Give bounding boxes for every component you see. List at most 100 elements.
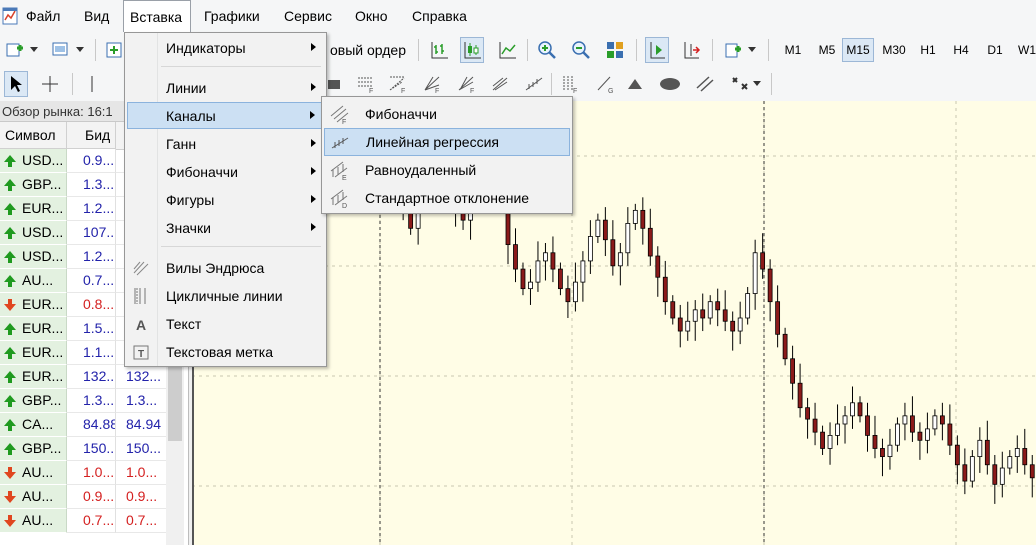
menu-item-text[interactable]: A Текст bbox=[127, 311, 324, 337]
fibo-fan-button[interactable]: F bbox=[386, 71, 410, 97]
submenu-item-equidistant[interactable]: E Равноудаленный bbox=[324, 156, 570, 184]
insert-menu: Индикаторы Линии Каналы Ганн Фибоначчи Ф… bbox=[124, 32, 327, 367]
market-watch-row[interactable]: CA... 84.88 84.94 bbox=[0, 413, 166, 437]
bid-cell: 132... bbox=[67, 365, 116, 389]
timeframe-m1[interactable]: M1 bbox=[776, 38, 810, 62]
arrow-up-icon bbox=[4, 203, 16, 215]
gann-fan-button[interactable]: F bbox=[420, 71, 444, 97]
crosshair-button[interactable] bbox=[38, 71, 62, 97]
menu-item-text-label[interactable]: T Текстовая метка bbox=[127, 339, 324, 365]
market-watch-row[interactable]: GBP... 150... 150... bbox=[0, 437, 166, 461]
col-bid-header[interactable]: Бид bbox=[67, 122, 116, 149]
andrews-button[interactable] bbox=[489, 71, 513, 97]
market-watch-row[interactable]: AU... 0.9... 0.9... bbox=[0, 485, 166, 509]
autoscroll-button[interactable] bbox=[645, 37, 669, 63]
ellipse-button[interactable] bbox=[658, 71, 682, 97]
symbol-name: GBP... bbox=[22, 392, 62, 408]
zoom-in-button[interactable] bbox=[535, 37, 559, 63]
svg-text:F: F bbox=[401, 88, 405, 94]
menu-window[interactable]: Окно bbox=[349, 0, 394, 33]
market-watch-row[interactable]: AU... 1.0... 1.0... bbox=[0, 461, 166, 485]
timeframe-m15[interactable]: M15 bbox=[842, 38, 874, 62]
symbol-name: GBP... bbox=[22, 440, 62, 456]
candle-body bbox=[977, 439, 983, 458]
col-symbol-header[interactable]: Символ bbox=[0, 122, 67, 149]
symbol-name: USD... bbox=[22, 248, 64, 264]
indicators-button[interactable] bbox=[721, 37, 745, 63]
vertical-line-button[interactable] bbox=[80, 71, 104, 97]
market-watch-button[interactable] bbox=[102, 37, 126, 63]
timeframe-h1[interactable]: H1 bbox=[912, 38, 944, 62]
channel-button[interactable] bbox=[693, 71, 717, 97]
menu-insert[interactable]: Вставка bbox=[123, 0, 191, 32]
arrow-up-icon bbox=[4, 275, 16, 287]
menu-item-lines[interactable]: Линии bbox=[127, 75, 324, 101]
zoom-out-button[interactable] bbox=[569, 37, 593, 63]
arrows-button[interactable] bbox=[728, 71, 752, 97]
menu-item-label: Каналы bbox=[166, 108, 216, 124]
regression-tool-button[interactable] bbox=[522, 71, 546, 97]
menu-item-cycle-lines[interactable]: Цикличные линии bbox=[127, 283, 324, 309]
market-watch-row[interactable]: GBP... 1.3... 1.3... bbox=[0, 389, 166, 413]
timeframe-m5[interactable]: M5 bbox=[810, 38, 844, 62]
new-chart-button[interactable] bbox=[3, 37, 27, 63]
new-order-button[interactable]: овый ордер bbox=[330, 33, 406, 67]
chevron-down-icon bbox=[748, 47, 756, 52]
menu-item-label: Фибоначчи bbox=[166, 164, 238, 180]
candle-body bbox=[700, 309, 706, 319]
menu-item-label: Фигуры bbox=[166, 192, 215, 208]
menu-item-andrews-pitchfork[interactable]: Вилы Эндрюса bbox=[127, 255, 324, 281]
indicators-dropdown[interactable] bbox=[745, 37, 759, 63]
symbol-cell: CA... bbox=[0, 413, 67, 437]
candlestick-button[interactable] bbox=[460, 37, 484, 63]
triangle-button[interactable] bbox=[623, 71, 647, 97]
candle-body bbox=[969, 456, 975, 482]
candle-body bbox=[715, 301, 721, 311]
arrows-dropdown[interactable] bbox=[750, 71, 764, 97]
cycle-lines-button[interactable]: F bbox=[558, 71, 582, 97]
svg-text:E: E bbox=[342, 175, 347, 180]
menu-item-arrows[interactable]: Значки bbox=[127, 215, 324, 241]
timeframe-w1[interactable]: W1 bbox=[1012, 38, 1036, 62]
tile-windows-button[interactable] bbox=[603, 37, 627, 63]
submenu-item-std-deviation[interactable]: D Стандартное отклонение bbox=[324, 184, 570, 212]
timeframe-m30[interactable]: M30 bbox=[876, 38, 912, 62]
candle-body bbox=[790, 358, 795, 384]
profiles-dropdown[interactable] bbox=[73, 37, 87, 63]
market-watch-row[interactable]: AU... 0.7... 0.7... bbox=[0, 509, 166, 533]
timeframe-d1[interactable]: D1 bbox=[979, 38, 1011, 62]
submenu-item-linear-regression[interactable]: Линейная регрессия bbox=[324, 128, 570, 156]
market-watch-row[interactable]: EUR... 132... 132... bbox=[0, 365, 166, 389]
candle-body bbox=[730, 320, 736, 332]
menu-item-fibonacci[interactable]: Фибоначчи bbox=[127, 159, 324, 185]
menu-help[interactable]: Справка bbox=[406, 0, 473, 33]
symbol-name: EUR... bbox=[22, 368, 64, 384]
menu-item-gann[interactable]: Ганн bbox=[127, 131, 324, 157]
menu-item-channels[interactable]: Каналы bbox=[127, 102, 324, 129]
menu-item-shapes[interactable]: Фигуры bbox=[127, 187, 324, 213]
profiles-button[interactable] bbox=[49, 37, 73, 63]
menu-file[interactable]: Файл bbox=[20, 0, 66, 33]
cursor-button[interactable] bbox=[4, 71, 28, 97]
menu-view[interactable]: Вид bbox=[78, 0, 115, 33]
bar-chart-button[interactable] bbox=[427, 37, 451, 63]
menu-item-indicators[interactable]: Индикаторы bbox=[127, 35, 324, 61]
fibo-retracement-icon: F bbox=[358, 77, 373, 94]
new-chart-dropdown[interactable] bbox=[27, 37, 41, 63]
menu-charts[interactable]: Графики bbox=[198, 0, 266, 33]
line-chart-button[interactable] bbox=[495, 37, 519, 63]
submenu-item-label: Равноудаленный bbox=[365, 162, 477, 178]
fibo-arcs-button[interactable]: F bbox=[455, 71, 479, 97]
submenu-item-fibonacci-channel[interactable]: F Фибоначчи bbox=[324, 100, 570, 128]
symbol-name: USD... bbox=[22, 152, 64, 168]
menu-tools[interactable]: Сервис bbox=[278, 0, 338, 33]
channels-submenu: F Фибоначчи Линейная регрессия E Равноуд… bbox=[321, 96, 573, 214]
trend-by-angle-button[interactable]: G bbox=[593, 71, 617, 97]
bid-cell: 107... bbox=[67, 221, 116, 245]
timeframe-h4[interactable]: H4 bbox=[945, 38, 977, 62]
chart-shift-button[interactable] bbox=[679, 37, 703, 63]
zoom-in-icon bbox=[538, 41, 556, 59]
ask-cell: 150... bbox=[116, 437, 166, 461]
fibo-retracement-button[interactable]: F bbox=[354, 71, 378, 97]
arrow-up-icon bbox=[4, 155, 16, 167]
